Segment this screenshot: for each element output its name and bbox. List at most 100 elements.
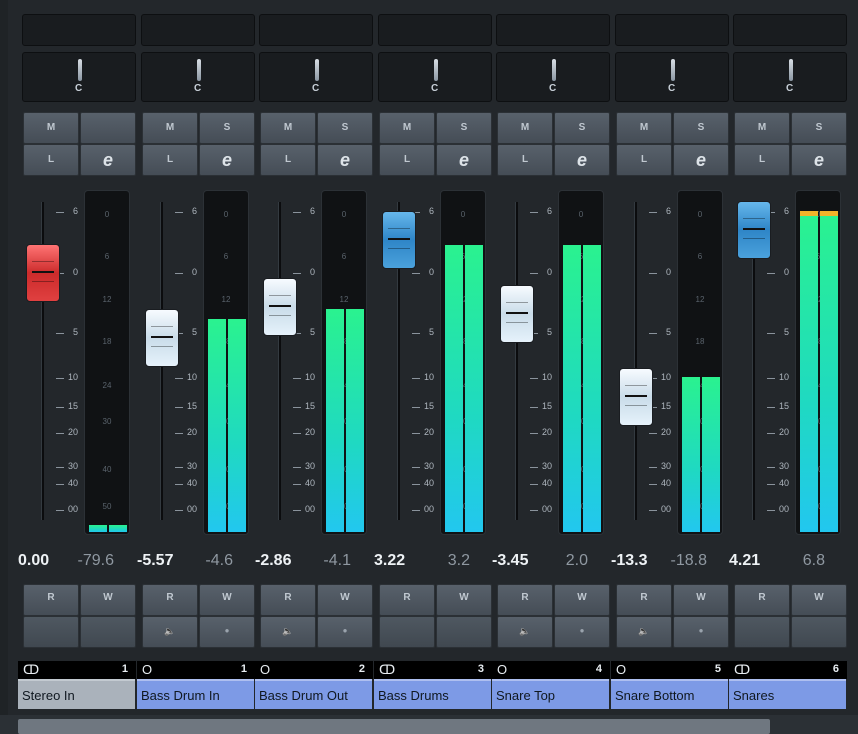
solo-button[interactable]: S [317, 112, 373, 144]
edit-channel-button[interactable]: e [80, 144, 136, 176]
empty-slot[interactable] [436, 616, 492, 648]
empty-slot[interactable] [23, 616, 79, 648]
channel-insert-display[interactable] [22, 14, 136, 46]
fader-track[interactable] [278, 202, 281, 520]
empty-slot[interactable] [80, 616, 136, 648]
channel-insert-display[interactable] [259, 14, 373, 46]
pan-control[interactable]: C [22, 52, 136, 102]
fader-value[interactable]: -2.86 [255, 552, 291, 570]
record-enable-button[interactable]: ● [317, 616, 373, 648]
edit-channel-button[interactable]: e [554, 144, 610, 176]
peak-value[interactable]: 3.2 [448, 552, 470, 570]
write-automation-button[interactable]: W [791, 584, 847, 616]
pan-control[interactable]: C [378, 52, 492, 102]
clip-indicator[interactable] [800, 211, 818, 216]
empty-slot[interactable] [791, 616, 847, 648]
listen-button[interactable]: L [142, 144, 198, 176]
pan-control[interactable]: C [259, 52, 373, 102]
channel-name[interactable]: Bass Drum In [137, 679, 254, 709]
mute-button[interactable]: M [734, 112, 790, 144]
fader-value[interactable]: 0.00 [18, 552, 49, 570]
fader-track[interactable] [634, 202, 637, 520]
clip-indicator[interactable] [820, 211, 838, 216]
solo-button[interactable]: S [673, 112, 729, 144]
channel-insert-display[interactable] [615, 14, 729, 46]
fader-value[interactable]: 4.21 [729, 552, 760, 570]
pan-control[interactable]: C [496, 52, 610, 102]
volume-fader-handle[interactable] [26, 244, 60, 302]
volume-fader-handle[interactable] [382, 211, 416, 269]
edit-channel-button[interactable]: e [199, 144, 255, 176]
channel-insert-display[interactable] [496, 14, 610, 46]
write-automation-button[interactable]: W [199, 584, 255, 616]
channel-name[interactable]: Snare Top [492, 679, 609, 709]
monitor-button[interactable]: 🔈 [497, 616, 553, 648]
edit-channel-button[interactable]: e [436, 144, 492, 176]
peak-value[interactable]: -18.8 [671, 552, 707, 570]
channel-name[interactable]: Stereo In [18, 679, 135, 709]
volume-fader-handle[interactable] [500, 285, 534, 343]
listen-button[interactable]: L [379, 144, 435, 176]
listen-button[interactable]: L [23, 144, 79, 176]
peak-value[interactable]: -79.6 [78, 552, 114, 570]
volume-fader-handle[interactable] [737, 201, 771, 259]
read-automation-button[interactable]: R [497, 584, 553, 616]
peak-value[interactable]: -4.6 [205, 552, 233, 570]
pan-control[interactable]: C [141, 52, 255, 102]
listen-button[interactable]: L [497, 144, 553, 176]
channel-insert-display[interactable] [141, 14, 255, 46]
edit-channel-button[interactable]: e [673, 144, 729, 176]
listen-button[interactable]: L [616, 144, 672, 176]
volume-fader-handle[interactable] [263, 278, 297, 336]
mute-button[interactable]: M [379, 112, 435, 144]
mute-button[interactable]: M [497, 112, 553, 144]
write-automation-button[interactable]: W [554, 584, 610, 616]
channel-name[interactable]: Snare Bottom [611, 679, 728, 709]
channel-name[interactable]: Snares [729, 679, 846, 709]
pan-control[interactable]: C [733, 52, 847, 102]
fader-value[interactable]: -5.57 [137, 552, 173, 570]
read-automation-button[interactable]: R [142, 584, 198, 616]
record-enable-button[interactable]: ● [554, 616, 610, 648]
fader-value[interactable]: -13.3 [611, 552, 647, 570]
pan-control[interactable]: C [615, 52, 729, 102]
mute-button[interactable]: M [142, 112, 198, 144]
write-automation-button[interactable]: W [673, 584, 729, 616]
fader-track[interactable] [515, 202, 518, 520]
edit-channel-button[interactable]: e [791, 144, 847, 176]
record-enable-button[interactable]: ● [673, 616, 729, 648]
record-enable-button[interactable]: ● [199, 616, 255, 648]
edit-channel-button[interactable]: e [317, 144, 373, 176]
empty-slot[interactable] [734, 616, 790, 648]
listen-button[interactable]: L [734, 144, 790, 176]
solo-button[interactable]: S [791, 112, 847, 144]
fader-value[interactable]: -3.45 [492, 552, 528, 570]
volume-fader-handle[interactable] [145, 309, 179, 367]
volume-fader-handle[interactable] [619, 368, 653, 426]
monitor-button[interactable]: 🔈 [260, 616, 316, 648]
read-automation-button[interactable]: R [734, 584, 790, 616]
peak-value[interactable]: -4.1 [323, 552, 351, 570]
peak-value[interactable]: 6.8 [803, 552, 825, 570]
read-automation-button[interactable]: R [616, 584, 672, 616]
write-automation-button[interactable]: W [80, 584, 136, 616]
monitor-button[interactable]: 🔈 [142, 616, 198, 648]
mute-button[interactable]: M [260, 112, 316, 144]
empty-slot[interactable] [379, 616, 435, 648]
mute-button[interactable]: M [23, 112, 79, 144]
solo-button[interactable]: S [554, 112, 610, 144]
read-automation-button[interactable]: R [379, 584, 435, 616]
peak-value[interactable]: 2.0 [566, 552, 588, 570]
channel-insert-display[interactable] [378, 14, 492, 46]
listen-button[interactable]: L [260, 144, 316, 176]
horizontal-scrollbar-thumb[interactable] [18, 719, 770, 734]
solo-button[interactable]: S [436, 112, 492, 144]
channel-name[interactable]: Bass Drums [374, 679, 491, 709]
write-automation-button[interactable]: W [436, 584, 492, 616]
solo-button[interactable]: S [199, 112, 255, 144]
fader-value[interactable]: 3.22 [374, 552, 405, 570]
write-automation-button[interactable]: W [317, 584, 373, 616]
channel-insert-display[interactable] [733, 14, 847, 46]
monitor-button[interactable]: 🔈 [616, 616, 672, 648]
channel-name[interactable]: Bass Drum Out [255, 679, 372, 709]
